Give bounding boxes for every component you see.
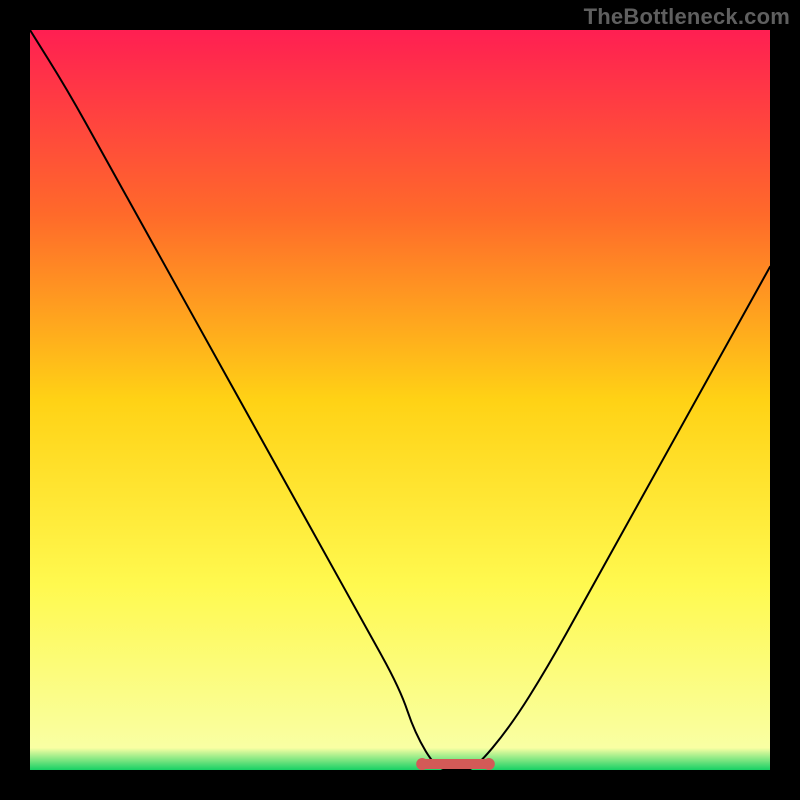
- plot-area: [30, 30, 770, 770]
- gradient-rect: [30, 30, 770, 770]
- watermark-text: TheBottleneck.com: [584, 4, 790, 30]
- chart-frame: TheBottleneck.com: [0, 0, 800, 800]
- optimal-range-start-dot: [416, 758, 428, 770]
- optimal-range-end-dot: [483, 758, 495, 770]
- chart-svg: [30, 30, 770, 770]
